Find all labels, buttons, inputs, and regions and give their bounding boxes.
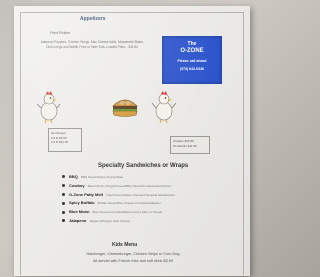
specialty-item-desc: Fried Onions/Swiss Cheese/Thousand Islan… bbox=[106, 192, 175, 197]
bullet-icon bbox=[62, 219, 65, 223]
specialty-item-name: Jalapeno bbox=[69, 217, 87, 223]
specialty-item-name: Blue Moon bbox=[69, 209, 90, 215]
chicken-price-box: Chicken $10.50 Tenderloin $11.50 bbox=[170, 136, 210, 154]
specialty-item: O-Zone Patty Melt Fried Onions/Swiss Chee… bbox=[62, 191, 232, 200]
menu-photo: Appetizers Fried Pickles Jalapeno Popper… bbox=[14, 6, 250, 276]
specialty-item-desc: Buffalo Sauce/Blue Cheese Crumbles/Jalap… bbox=[97, 201, 161, 206]
sign-call-ahead: Please call ahead bbox=[177, 59, 207, 63]
tenderloin-price-line: Tenderloin $11.50 bbox=[173, 143, 197, 148]
specialty-item-name: Cowboy bbox=[69, 182, 85, 188]
restaurant-sign: The O-ZONE Please call ahead (573) 642-0… bbox=[162, 36, 222, 84]
specialty-item: BBQ BBQ Sauce/Swiss cheese/Slaw bbox=[62, 173, 232, 182]
specialty-item-name: O-Zone Patty Melt bbox=[69, 191, 104, 197]
kids-menu-note: All served with French fries and soft dr… bbox=[93, 259, 173, 263]
specialty-item-desc: Bacon/Onion Rings/Cheese/BBQ Sauce/Tomat… bbox=[87, 183, 172, 188]
bullet-icon bbox=[62, 193, 65, 197]
specialty-item-desc: Blue Cheese Crumbles/Bacon and a Slice o… bbox=[92, 210, 163, 215]
specialty-item-name: Spicy Buffalo bbox=[69, 200, 95, 206]
bullet-icon bbox=[62, 201, 65, 205]
specialty-item: Jalapeno Jalapeno/Pepper Jack Cheese bbox=[62, 217, 232, 226]
burger-mascot-icon bbox=[112, 99, 138, 117]
sign-phone: (573) 642-0336 bbox=[180, 67, 204, 71]
kids-menu-title: Kids Menu bbox=[112, 242, 138, 248]
hamburger-price-box: Hamburger 1/4 lb $6.50 1/2 lb $11.50 bbox=[48, 128, 82, 152]
specialty-item-desc: BBQ Sauce/Swiss cheese/Slaw bbox=[80, 175, 124, 179]
specialty-item-desc: Jalapeno/Pepper Jack Cheese bbox=[89, 218, 131, 223]
specialty-title: Specialty Sandwiches or Wraps bbox=[98, 163, 189, 169]
specialty-item: Blue Moon Blue Cheese Crumbles/Bacon and … bbox=[62, 208, 232, 217]
kids-menu-items: Hamburger, Cheeseburger, Chicken Strips … bbox=[86, 252, 180, 256]
specialty-item: Cowboy Bacon/Onion Rings/Cheese/BBQ Sauce… bbox=[62, 182, 232, 191]
specialty-item-name: BBQ bbox=[69, 174, 78, 179]
chicken-mascot-right-icon bbox=[151, 91, 177, 124]
sign-name: O-ZONE bbox=[180, 48, 204, 54]
appetizers-title: Appetizers bbox=[80, 16, 106, 22]
hamburger-price-half: 1/2 lb $11.50 bbox=[51, 140, 69, 144]
bullet-icon bbox=[62, 175, 65, 179]
sign-line-1: The bbox=[187, 41, 197, 47]
appetizers-subtitle: Fried Pickles bbox=[50, 31, 71, 35]
chicken-mascot-left-icon bbox=[36, 91, 61, 124]
appetizers-description: Jalapeno Poppers, Chicken Wings, Mac Che… bbox=[40, 40, 144, 49]
bullet-icon bbox=[62, 184, 65, 188]
specialty-list: BBQ BBQ Sauce/Swiss cheese/Slaw Cowboy Bac… bbox=[62, 173, 232, 226]
bullet-icon bbox=[62, 210, 65, 214]
specialty-item: Spicy Buffalo Buffalo Sauce/Blue Cheese C… bbox=[62, 199, 232, 208]
